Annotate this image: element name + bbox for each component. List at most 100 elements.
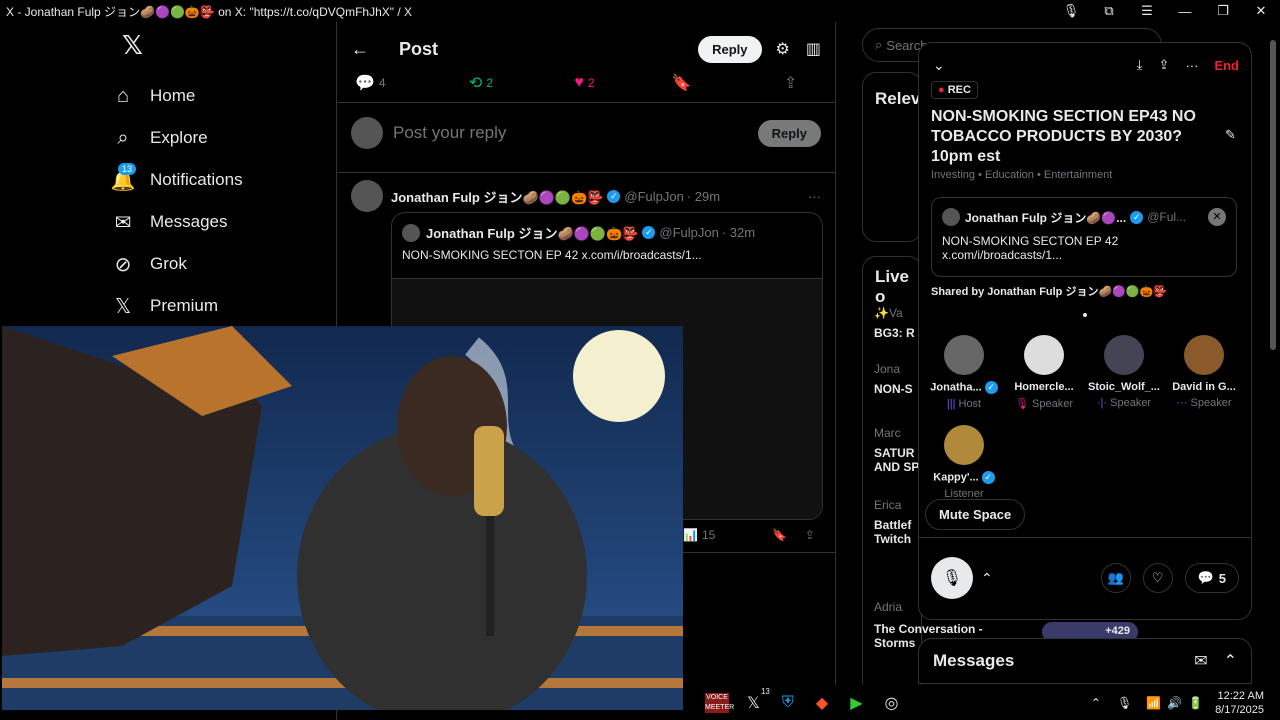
trend-author: Jona xyxy=(874,362,901,376)
quoted-time: · 32m xyxy=(721,225,756,240)
quoted-handle: @FulpJon xyxy=(659,225,719,240)
voicemeeter-icon[interactable]: VOICE MEETER xyxy=(705,692,734,713)
reply-button[interactable]: Reply xyxy=(757,119,821,147)
obs-icon[interactable]: ◎ xyxy=(885,693,899,713)
grok-icon: ⊘ xyxy=(114,253,132,276)
bookmark-icon[interactable]: 🔖 xyxy=(672,73,784,93)
bookmark-icon[interactable]: 🔖 xyxy=(772,528,787,542)
nav-grok[interactable]: ⊘ Grok xyxy=(110,243,330,285)
reply-count: 4 xyxy=(378,76,386,90)
shield-icon[interactable]: ⛨ xyxy=(782,694,794,712)
host-icon: ||| xyxy=(946,398,956,410)
avatar xyxy=(351,117,383,149)
maximize-button[interactable]: ❐ xyxy=(1204,3,1242,19)
nav-explore[interactable]: ⌕ Explore xyxy=(110,117,330,159)
nav-notifications[interactable]: 🔔 13 Notifications xyxy=(110,159,330,201)
reader-icon[interactable]: ▥ xyxy=(806,39,821,59)
share-icon[interactable]: ⇪ xyxy=(805,528,815,542)
battery-icon[interactable]: 🔋 xyxy=(1188,696,1203,710)
mic-tray-icon[interactable]: 🎙 xyxy=(1117,696,1132,710)
chevron-up-icon[interactable]: ⌃ xyxy=(981,570,993,587)
close-icon[interactable]: ✕ xyxy=(1208,208,1226,226)
views-icon: 📊 xyxy=(683,528,698,542)
microphone-button[interactable]: 🎙 xyxy=(931,557,973,599)
trend-title[interactable]: NON-S xyxy=(874,382,924,396)
brave-icon[interactable]: ◆ xyxy=(816,693,828,713)
pinned-post[interactable]: Jonathan Fulp ジョン🥔🟣... ✓ @Ful... ✕ NON-S… xyxy=(931,197,1237,277)
nav-label: Messages xyxy=(150,212,228,231)
participant-role: Speaker xyxy=(1032,398,1073,410)
dock-icon[interactable]: ⤓ xyxy=(1137,57,1143,73)
filter-icon[interactable]: ⚙ xyxy=(776,39,790,59)
action-bar: 💬 4 ⟲ 2 ♥ 2 🔖 ⇪ xyxy=(355,72,825,94)
comment-icon: 💬 xyxy=(1197,570,1214,585)
people-icon[interactable]: 👥 xyxy=(1100,563,1131,593)
trend-author: Erica xyxy=(874,498,902,512)
nav-label: Notifications xyxy=(150,170,243,189)
mute-space-button[interactable]: Mute Space xyxy=(925,499,1026,530)
expand-icon[interactable]: ⌃ xyxy=(1224,651,1237,671)
collapse-chevron-icon[interactable]: ⌄ xyxy=(933,57,945,74)
nav-messages[interactable]: ✉ Messages xyxy=(110,201,330,243)
scrollbar-thumb[interactable] xyxy=(1270,40,1276,350)
volume-icon[interactable]: 🔊 xyxy=(1167,696,1182,710)
react-icon[interactable]: ♡ xyxy=(1142,563,1173,593)
messages-drawer[interactable]: Messages ✉ ⌃ xyxy=(918,638,1252,684)
participant-role: Speaker xyxy=(1190,397,1232,409)
mic-icon[interactable]: 🎙 xyxy=(1052,3,1090,19)
home-icon: ⌂ xyxy=(116,84,130,107)
clock[interactable]: 12:22 AM 8/17/2025 xyxy=(1215,689,1264,717)
wifi-icon[interactable]: 📶 xyxy=(1146,696,1161,710)
verified-icon: ✓ xyxy=(642,226,656,239)
rec-label: REC xyxy=(947,84,971,96)
reply-header-button[interactable]: Reply xyxy=(698,35,762,63)
comments-button[interactable]: 💬 5 xyxy=(1184,563,1239,593)
more-icon[interactable]: ··· xyxy=(808,189,821,204)
avatar xyxy=(1024,335,1064,375)
participant-listener[interactable]: Kappy'... ✓ Listener xyxy=(925,425,1003,500)
trend-list: ✨Va BG3: R Jona NON-S Marc SATUR AND SP … xyxy=(874,306,924,564)
close-button[interactable]: ✕ xyxy=(1242,3,1280,19)
x-logo-icon[interactable]: 𝕏 xyxy=(122,30,330,61)
new-message-icon[interactable]: ✉ xyxy=(1194,651,1207,671)
menu-icon[interactable]: ☰ xyxy=(1128,3,1166,19)
trend-title[interactable]: BG3: R xyxy=(874,326,924,340)
nav-home[interactable]: ⌂ Home xyxy=(110,75,330,117)
more-icon[interactable]: ··· xyxy=(1185,58,1198,73)
verified-icon: ✓ xyxy=(607,189,621,203)
participant-role: Speaker xyxy=(1110,397,1152,409)
clock-date: 8/17/2025 xyxy=(1215,703,1264,716)
speaking-icon: ··· xyxy=(1176,397,1188,409)
nav-label: Home xyxy=(150,86,196,105)
back-arrow-icon[interactable]: ← xyxy=(351,39,369,60)
end-button[interactable]: End xyxy=(1214,58,1239,73)
reply-input[interactable]: Post your reply xyxy=(393,123,758,143)
notification-badge: 13 xyxy=(118,163,137,175)
participant-host[interactable]: Jonatha... ✓ ||| Host xyxy=(925,335,1003,410)
quoted-text: NON-SMOKING SECTON EP 42 x.com/i/broadca… xyxy=(402,248,702,262)
share-icon[interactable]: ⇪ xyxy=(784,73,797,93)
heart-icon[interactable]: ♥ xyxy=(574,74,584,92)
trend-title[interactable]: Battlef Twitch xyxy=(874,518,924,546)
edit-icon[interactable]: ✎ xyxy=(1225,127,1236,143)
tray-chevron-icon[interactable]: ⌃ xyxy=(1091,696,1101,710)
trend-title[interactable]: SATUR AND SP xyxy=(874,446,924,474)
x-app-icon[interactable]: 𝕏 13 xyxy=(747,687,770,713)
participant-speaker[interactable]: David in G... ··· Speaker xyxy=(1165,335,1243,409)
reply-icon[interactable]: 💬 xyxy=(355,73,375,93)
participant-speaker[interactable]: Stoic_Wolf_... ·|· Speaker xyxy=(1085,335,1163,409)
reply-tweet[interactable]: Jonathan Fulp ジョン🥔🟣🟢🎃👺 ✓ @FulpJon · 29m … xyxy=(351,180,823,520)
relevant-people-card: Relev xyxy=(862,72,922,242)
media-icon[interactable]: ▶ xyxy=(850,693,862,713)
author-name: Jonathan Fulp ジョン🥔🟣🟢🎃👺 xyxy=(391,189,604,205)
window-controls: 🎙 ⧉ ☰ — ❐ ✕ xyxy=(1052,0,1280,22)
nav-premium[interactable]: 𝕏 Premium xyxy=(110,285,330,327)
share-icon[interactable]: ⇪ xyxy=(1159,57,1170,73)
minimize-button[interactable]: — xyxy=(1166,4,1204,19)
left-nav: 𝕏 ⌂ Home ⌕ Explore 🔔 13 Notifications ✉ M… xyxy=(110,28,330,327)
pinned-author: Jonathan Fulp ジョン🥔🟣... xyxy=(965,210,1127,225)
verified-icon: ✓ xyxy=(984,381,998,394)
repost-icon[interactable]: ⟲ xyxy=(469,73,482,93)
extensions-icon[interactable]: ⧉ xyxy=(1090,3,1128,19)
participant-speaker[interactable]: Homercle... 🎙 Speaker xyxy=(1005,335,1083,410)
